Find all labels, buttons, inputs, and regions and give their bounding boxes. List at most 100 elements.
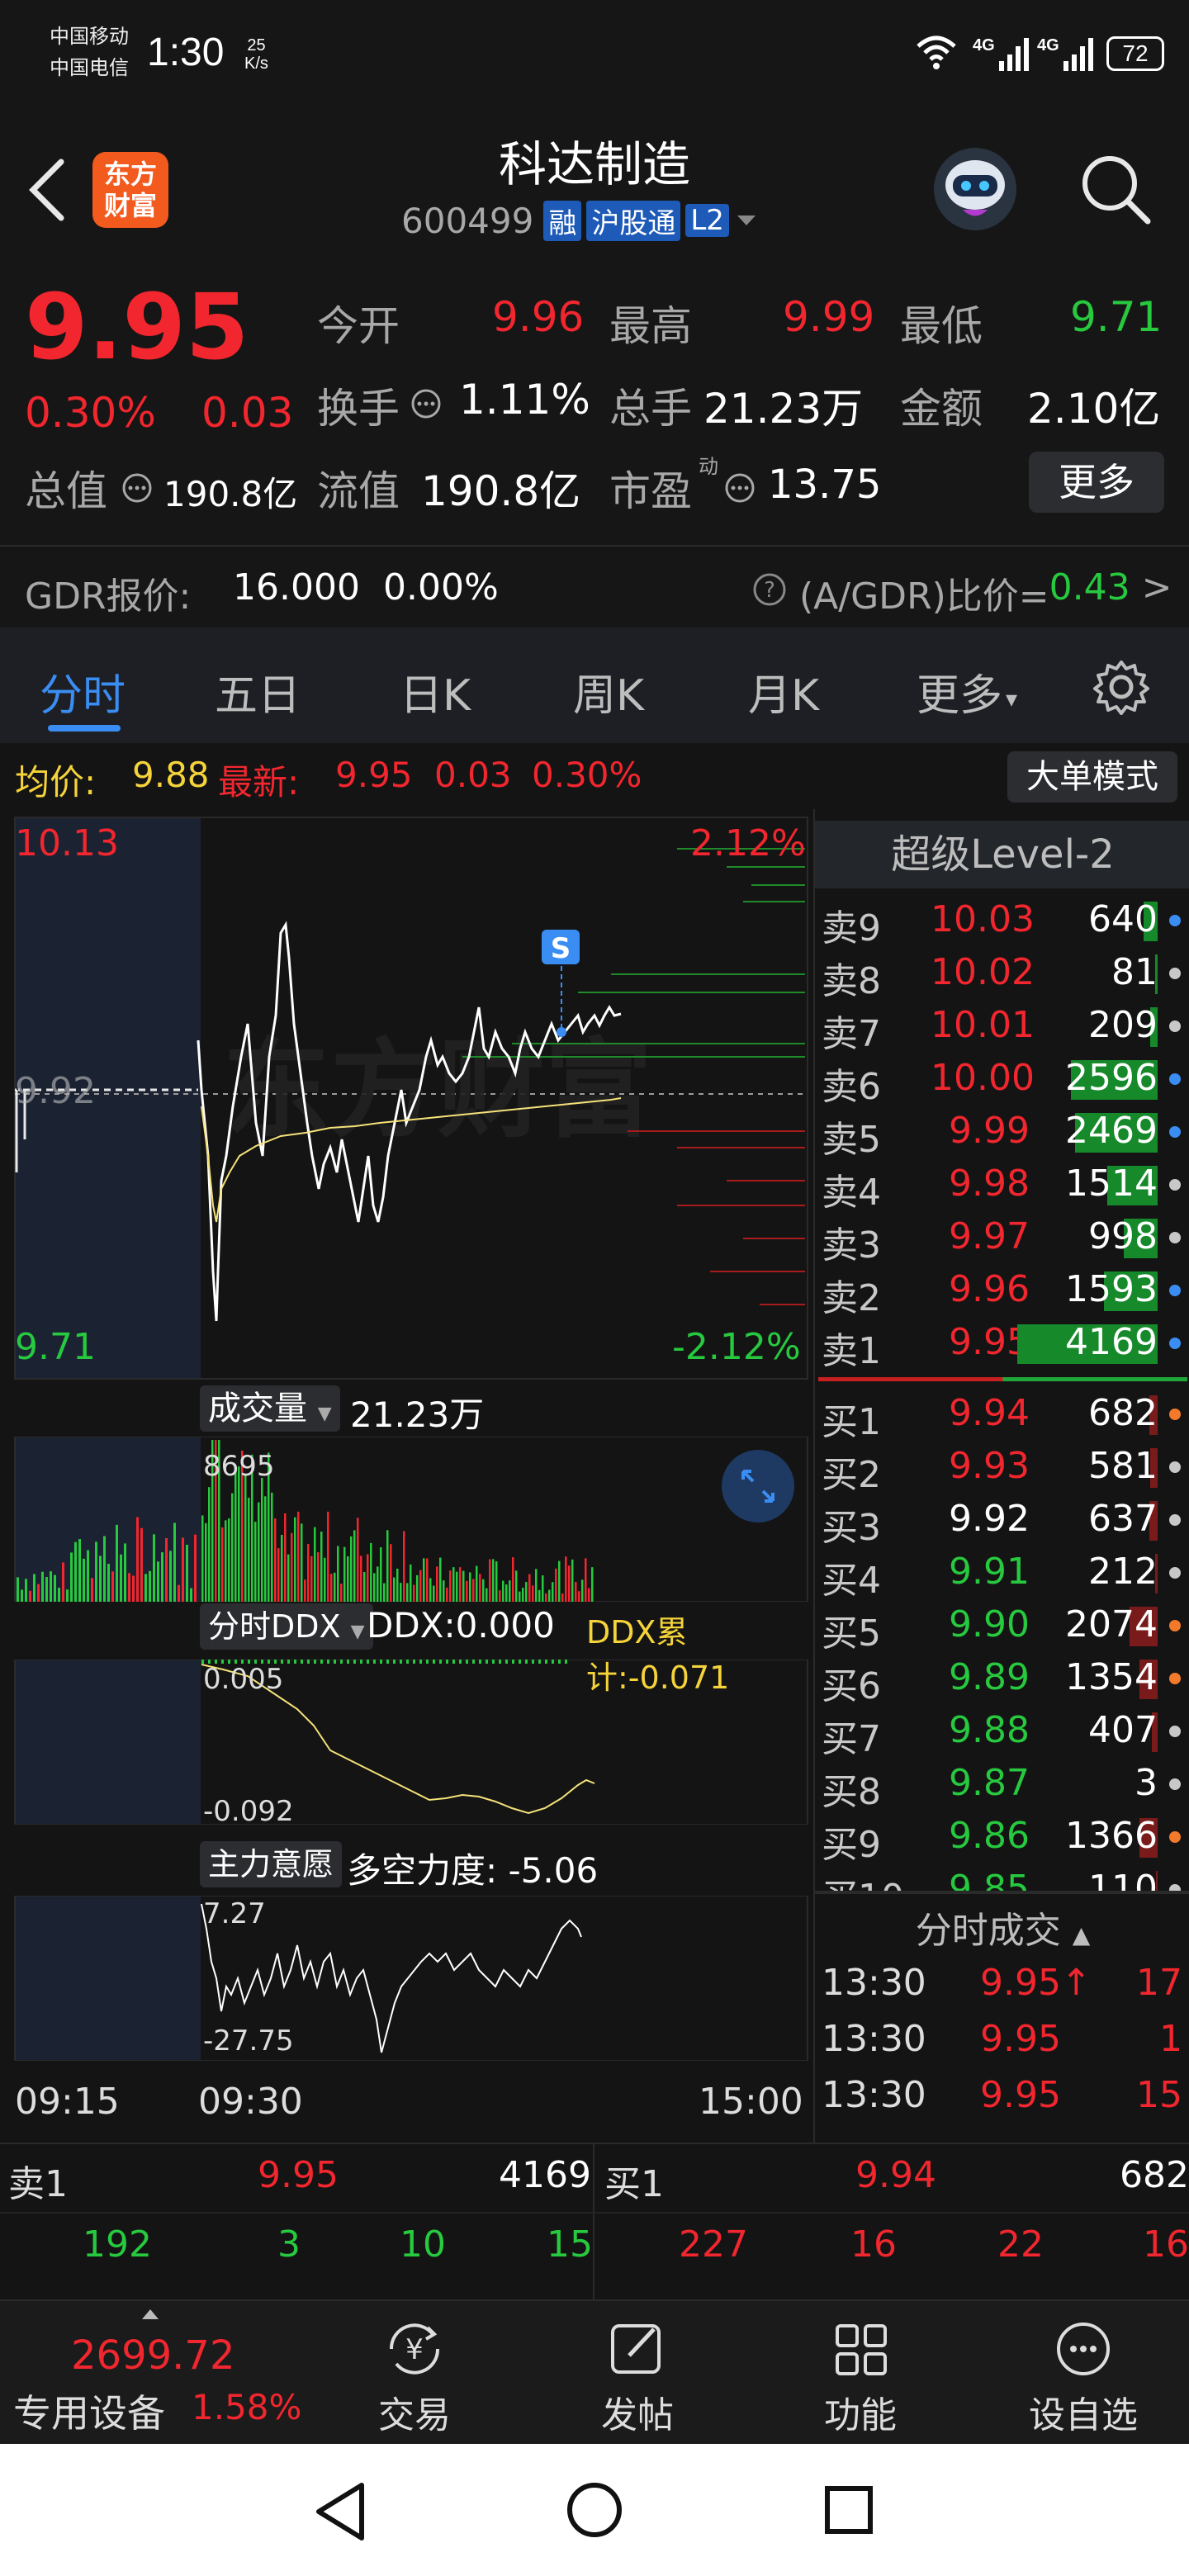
sell-level-row[interactable]: 卖9 10.03 640: [815, 893, 1189, 949]
sell-level-row[interactable]: 卖8 10.02 81: [815, 946, 1189, 1002]
settings-gear-icon[interactable]: [1092, 657, 1151, 717]
volume-bar: [304, 1579, 306, 1602]
buy-level-row[interactable]: 买4 9.91 212: [815, 1546, 1189, 1602]
info-icon[interactable]: [410, 387, 443, 420]
tick-trades-header[interactable]: 分时成交 ▲: [815, 1901, 1189, 1953]
level-marker-dot: [1169, 1232, 1181, 1243]
volume-bar: [45, 1577, 48, 1602]
sell-level-row[interactable]: 卖1 9.95 4169: [815, 1316, 1189, 1372]
level-label: 买2: [822, 1454, 881, 1496]
ddx-indicator-select[interactable]: 分时DDX ▼: [200, 1603, 373, 1650]
volume-indicator-select[interactable]: 成交量 ▼: [200, 1385, 340, 1432]
buy-level-row[interactable]: 买7 9.88 407: [815, 1704, 1189, 1760]
volume-bar: [449, 1570, 452, 1602]
volume-bar: [456, 1571, 458, 1602]
tab-monthly-k[interactable]: 月K: [748, 661, 819, 722]
add-watchlist-button[interactable]: 设自选: [1001, 2316, 1166, 2438]
open-label: 今开: [317, 302, 400, 350]
buy-level-row[interactable]: 买3 9.92 637: [815, 1493, 1189, 1549]
buy1-price: 9.94: [855, 2154, 936, 2196]
sell-level-row[interactable]: 卖3 9.97 998: [815, 1210, 1189, 1267]
volume-bar: [194, 1534, 197, 1602]
big-order-mode-button[interactable]: 大单模式: [1007, 751, 1177, 803]
more-dots-icon: [1057, 2323, 1110, 2375]
float-cap-label: 流值: [317, 467, 400, 515]
expand-button[interactable]: [722, 1450, 794, 1522]
info-icon[interactable]: [121, 471, 154, 504]
buy-level-row[interactable]: 买10 9.85 110: [815, 1863, 1189, 1891]
help-icon[interactable]: ?: [751, 571, 788, 608]
tab-more[interactable]: 更多 ▾: [917, 661, 1017, 722]
volume-bar: [528, 1574, 531, 1602]
stock-code-row[interactable]: 600499 融 沪股通 L2: [401, 198, 759, 243]
force-chart[interactable]: [0, 1896, 813, 2061]
info-icon[interactable]: [723, 471, 756, 504]
buy-level-row[interactable]: 买9 9.86 1366: [815, 1810, 1189, 1866]
high-value: 9.99: [783, 293, 875, 341]
level-price: 9.93: [949, 1445, 1030, 1487]
sell-level-row[interactable]: 卖7 10.01 209: [815, 999, 1189, 1055]
level-volume: 1366: [1065, 1815, 1158, 1857]
volume-bar: [17, 1577, 19, 1602]
tick-price: 9.95: [980, 2074, 1061, 2116]
level-label: 卖3: [822, 1224, 881, 1267]
price-chart[interactable]: 东方财富 S: [0, 809, 813, 1387]
low-value: 9.71: [1070, 293, 1163, 341]
volume-bar: [190, 1588, 192, 1602]
system-back-icon[interactable]: [312, 2480, 370, 2543]
volume-bar: [416, 1574, 419, 1602]
volume-bar: [486, 1588, 488, 1602]
net-speed: 25 K/s: [244, 36, 268, 73]
level-marker-dot: [1169, 1409, 1181, 1420]
tab-weekly-k[interactable]: 周K: [573, 661, 644, 722]
sell-level-row[interactable]: 卖6 10.00 2596: [815, 1052, 1189, 1108]
level-marker-dot: [1169, 1884, 1181, 1891]
volume-bar: [343, 1546, 346, 1602]
volume-bar: [225, 1520, 227, 1602]
tab-daily-k[interactable]: 日K: [400, 661, 471, 722]
tab-intraday[interactable]: 分时: [40, 661, 126, 722]
volume-bar: [29, 1590, 31, 1602]
buy-level-row[interactable]: 买2 9.93 581: [815, 1440, 1189, 1496]
volume-bar: [357, 1518, 359, 1602]
level-price: 9.89: [949, 1656, 1030, 1698]
sector-index[interactable]: 2699.72 专用设备 1.58%: [0, 2301, 314, 2446]
volume-bar: [258, 1502, 260, 1602]
trade-button[interactable]: ¥ 交易: [332, 2316, 497, 2438]
ddx-chart[interactable]: [0, 1660, 813, 1825]
system-home-icon[interactable]: [565, 2480, 624, 2540]
volume-bar: [400, 1583, 402, 1602]
sell-level-row[interactable]: 卖2 9.96 1593: [815, 1263, 1189, 1319]
functions-button[interactable]: 功能: [778, 2316, 943, 2438]
sell-level-row[interactable]: 卖5 9.99 2469: [815, 1105, 1189, 1161]
volume-bar: [277, 1548, 280, 1602]
force-indicator-select[interactable]: 主力意愿: [200, 1841, 343, 1887]
volume-bar: [54, 1574, 56, 1602]
system-recents-icon[interactable]: [822, 2484, 875, 2536]
volume-bar: [512, 1557, 514, 1602]
volume-bar: [128, 1573, 130, 1602]
level2-title[interactable]: 超级Level-2: [815, 821, 1189, 888]
volume-bar: [234, 1465, 237, 1602]
volume-bar: [459, 1567, 462, 1602]
volume-bar: [149, 1570, 151, 1602]
search-icon[interactable]: [1078, 152, 1153, 226]
volume-bar: [78, 1539, 81, 1602]
buy-level-row[interactable]: 买6 9.89 1354: [815, 1651, 1189, 1707]
post-button[interactable]: 发帖: [555, 2316, 720, 2438]
volume-bar: [120, 1554, 122, 1602]
sell-level-row[interactable]: 卖4 9.98 1514: [815, 1158, 1189, 1214]
stock-header: 东方 财富 科达制造 600499 融 沪股通 L2: [0, 116, 1189, 260]
volume-chart[interactable]: [0, 1437, 813, 1602]
level-price: 9.86: [949, 1815, 1030, 1857]
level-label: 买6: [822, 1665, 881, 1707]
robot-assistant-icon[interactable]: [930, 144, 1021, 234]
buy-level-row[interactable]: 买1 9.94 682: [815, 1387, 1189, 1443]
tab-five-day[interactable]: 五日: [215, 661, 301, 722]
buy-level-row[interactable]: 买8 9.87 3: [815, 1757, 1189, 1813]
level-volume: 4169: [1065, 1321, 1158, 1363]
buy-level-row[interactable]: 买5 9.90 2074: [815, 1598, 1189, 1655]
level-marker-dot: [1169, 1461, 1181, 1473]
more-button[interactable]: 更多: [1029, 452, 1164, 513]
gdr-ratio[interactable]: (A/GDR)比价= 0.43 >: [799, 566, 1172, 619]
